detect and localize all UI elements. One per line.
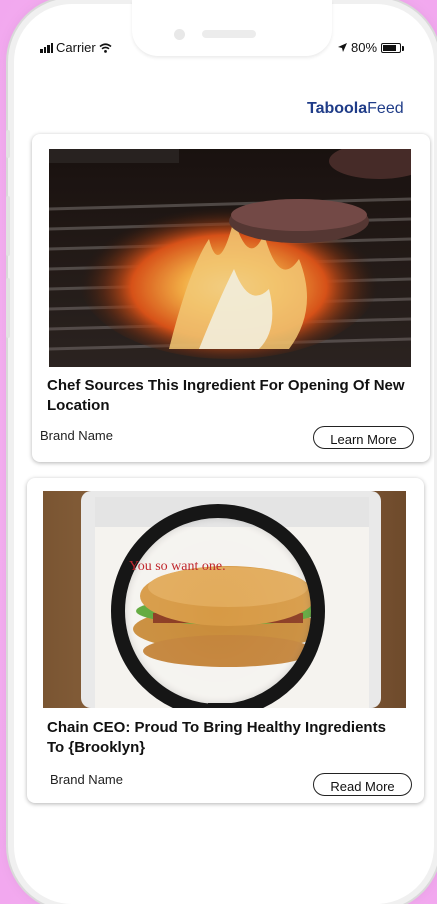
feed-card-1[interactable]: Chef Sources This Ingredient For Opening… [32,134,430,462]
card-image-grill[interactable] [49,149,411,367]
phone-notch [132,0,332,56]
learn-more-button[interactable]: Learn More [313,426,414,449]
volume-up-button [6,196,10,256]
status-bar-right: 80% [338,40,405,55]
card-brand-name: Brand Name [40,428,113,443]
battery-icon [381,42,405,53]
feed-card-2[interactable]: You so want one. Chain CEO: Proud To Bri… [27,478,424,803]
status-bar-left: Carrier [40,40,112,55]
read-more-button[interactable]: Read More [313,773,412,796]
card-headline[interactable]: Chef Sources This Ingredient For Opening… [47,376,407,416]
volume-down-button [6,278,10,338]
mute-switch [6,130,10,158]
signal-icon [40,42,53,53]
taboola-feed-logo: TaboolaFeed [307,100,404,117]
earpiece-speaker [202,30,256,38]
carrier-label: Carrier [56,40,96,55]
battery-percent: 80% [351,40,378,55]
location-arrow-icon [338,43,347,52]
front-camera [174,29,185,40]
card-brand-name: Brand Name [50,772,123,787]
wifi-icon [99,42,112,53]
ad-tagline-image-text: You so want one. [129,559,226,574]
card-image-burger[interactable]: You so want one. [43,491,406,708]
card-headline[interactable]: Chain CEO: Proud To Bring Healthy Ingred… [47,718,387,758]
